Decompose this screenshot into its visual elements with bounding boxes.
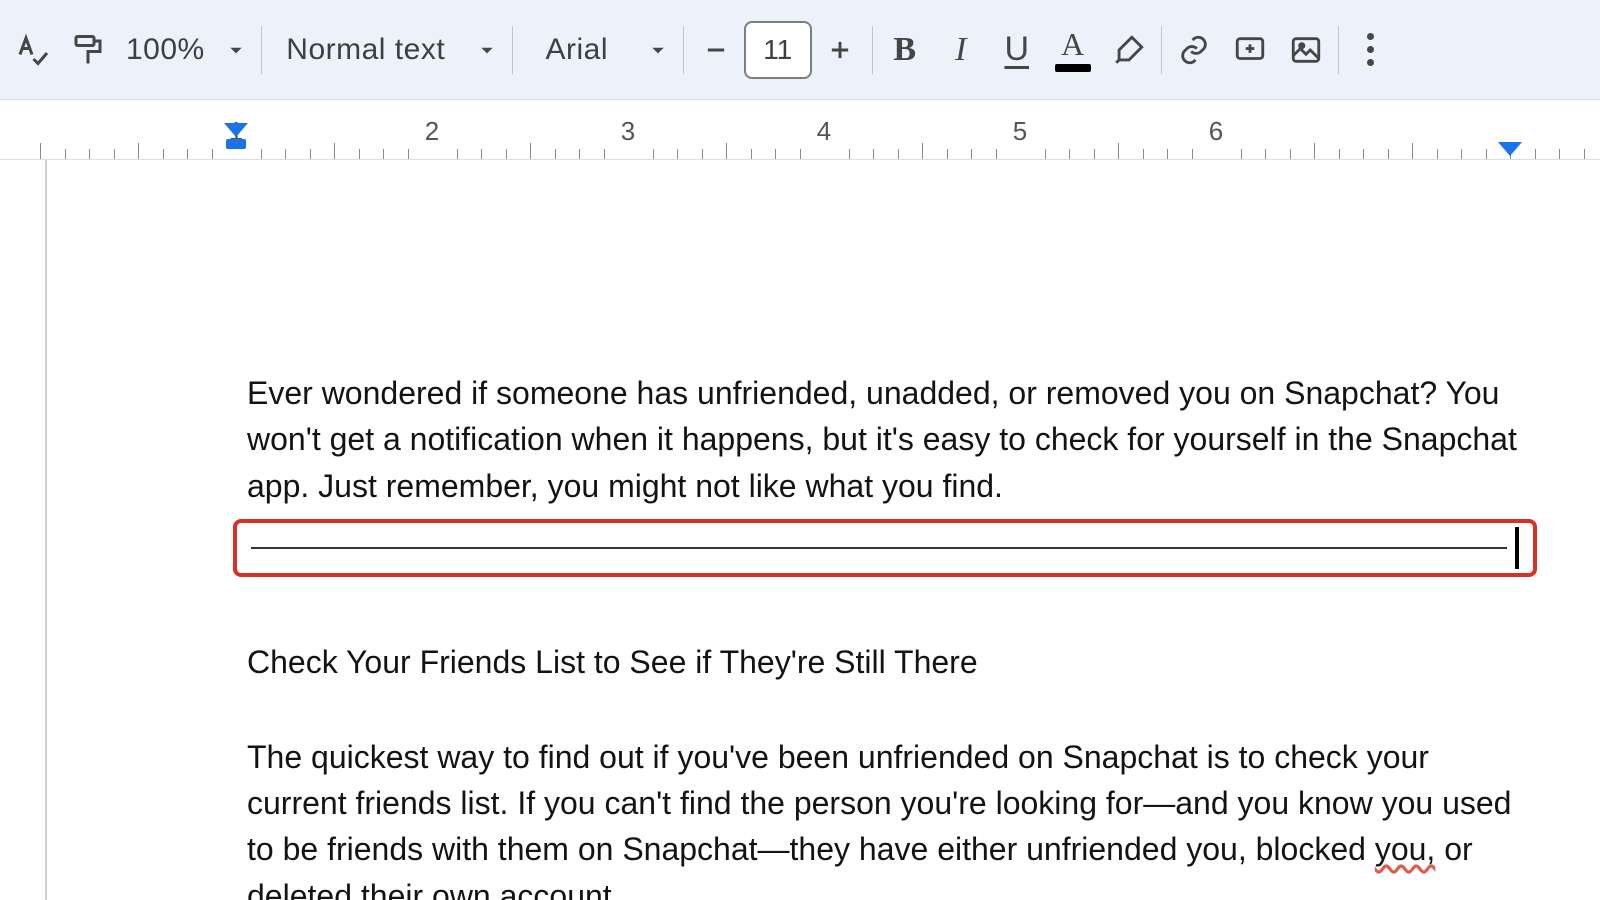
separator [261, 26, 262, 74]
increase-font-button[interactable] [812, 18, 868, 82]
add-comment-button[interactable] [1222, 18, 1278, 82]
textcolor-swatch [1055, 64, 1091, 72]
page[interactable]: Ever wondered if someone has unfriended,… [45, 160, 1555, 900]
decrease-font-button[interactable] [688, 18, 744, 82]
zoom-label: 100% [126, 33, 205, 67]
zoom-dropdown[interactable]: 100% [116, 18, 215, 82]
horizontal-rule-selected[interactable] [233, 519, 1537, 577]
insert-link-button[interactable] [1166, 18, 1222, 82]
first-line-indent-marker[interactable] [224, 123, 248, 137]
font-size-input[interactable]: 11 [744, 21, 812, 79]
ruler-number: 2 [425, 116, 439, 147]
separator [1161, 26, 1162, 74]
italic-button[interactable]: I [933, 18, 989, 82]
paragraph[interactable]: The quickest way to find out if you've b… [247, 734, 1527, 900]
font-chevron-icon[interactable] [637, 18, 679, 82]
ruler-number: 5 [1013, 116, 1027, 147]
bold-button[interactable]: B [877, 18, 933, 82]
left-indent-marker[interactable] [226, 139, 246, 149]
font-family-dropdown[interactable]: Arial [517, 18, 637, 82]
paragraph[interactable]: Ever wondered if someone has unfriended,… [247, 370, 1527, 509]
italic-icon: I [955, 31, 966, 69]
text-cursor [1515, 527, 1519, 569]
textcolor-icon: A [1061, 28, 1084, 60]
insert-image-button[interactable] [1278, 18, 1334, 82]
horizontal-rule [251, 547, 1507, 549]
toolbar: 100% Normal text Arial 11 B I U A [0, 0, 1600, 100]
style-chevron-icon[interactable] [466, 18, 508, 82]
ruler-number: 4 [817, 116, 831, 147]
underline-button[interactable]: U [989, 18, 1045, 82]
heading[interactable]: Check Your Friends List to See if They'r… [247, 639, 1527, 685]
spellcheck-word[interactable]: you, [1375, 831, 1435, 867]
right-indent-marker[interactable] [1498, 142, 1522, 156]
ruler-number: 6 [1209, 116, 1223, 147]
kebab-icon [1367, 33, 1374, 66]
highlight-color-button[interactable] [1101, 18, 1157, 82]
text-color-button[interactable]: A [1045, 18, 1101, 82]
separator [872, 26, 873, 74]
paragraph-style-dropdown[interactable]: Normal text [266, 18, 466, 82]
spellcheck-icon[interactable] [4, 18, 60, 82]
paint-format-icon[interactable] [60, 18, 116, 82]
ruler-number: 3 [621, 116, 635, 147]
underline-icon: U [1004, 30, 1029, 69]
paragraph-style-label: Normal text [286, 33, 445, 67]
separator [683, 26, 684, 74]
separator [1338, 26, 1339, 74]
font-size-value: 11 [763, 34, 792, 66]
more-button[interactable] [1343, 18, 1399, 82]
separator [512, 26, 513, 74]
bold-icon: B [893, 31, 916, 69]
document-viewport: Ever wondered if someone has unfriended,… [0, 160, 1600, 900]
zoom-chevron-icon[interactable] [215, 18, 257, 82]
ruler[interactable]: 123456 [0, 100, 1600, 160]
document-body[interactable]: Ever wondered if someone has unfriended,… [247, 370, 1527, 900]
text-run: The quickest way to find out if you've b… [247, 739, 1511, 868]
font-family-label: Arial [545, 33, 608, 67]
